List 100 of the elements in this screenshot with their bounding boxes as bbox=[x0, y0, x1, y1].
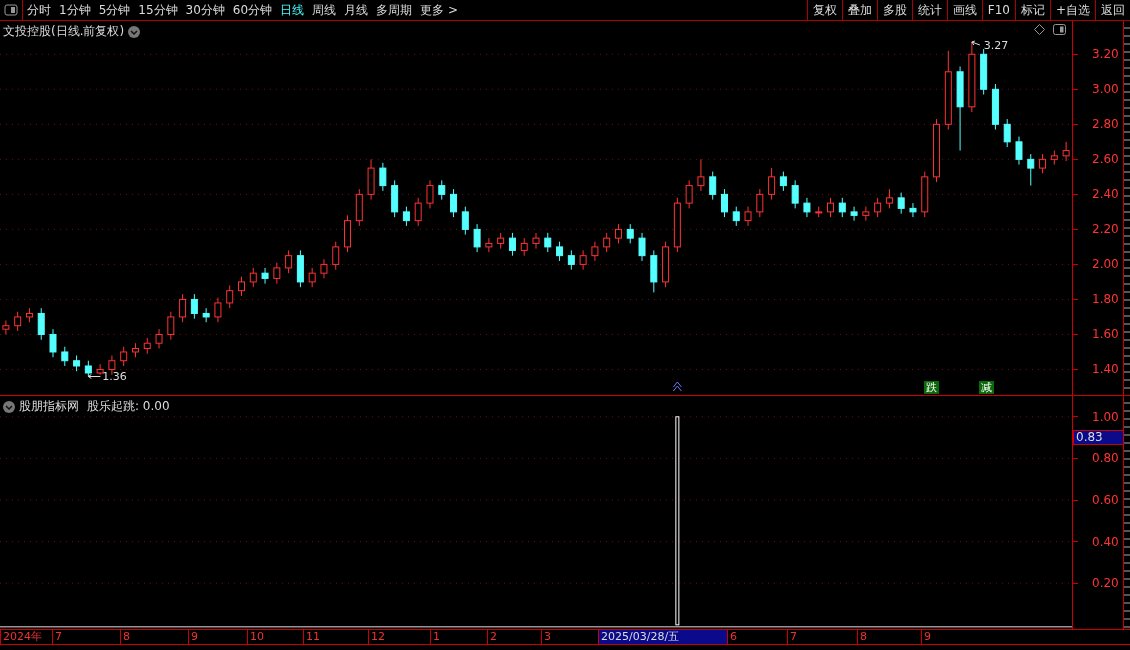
candlestick bbox=[214, 297, 222, 323]
candlestick bbox=[96, 363, 104, 376]
candlestick bbox=[815, 206, 823, 218]
period-tab[interactable]: 60分钟 bbox=[228, 1, 277, 19]
panel-toggle-icon[interactable] bbox=[4, 4, 18, 16]
axis-label: 0.60 bbox=[1092, 493, 1119, 507]
axis-label: 1.40 bbox=[1092, 362, 1119, 377]
candlestick bbox=[167, 311, 175, 341]
candlestick bbox=[84, 360, 92, 377]
candlestick bbox=[803, 197, 811, 218]
candlestick bbox=[344, 214, 351, 253]
axis-label: 1.00 bbox=[1092, 409, 1119, 424]
dropdown-icon[interactable] bbox=[128, 25, 141, 38]
candlestick bbox=[721, 188, 728, 218]
candlestick bbox=[273, 262, 281, 285]
period-tab[interactable]: 1分钟 bbox=[55, 1, 95, 19]
period-tab[interactable]: 30分钟 bbox=[181, 1, 229, 19]
candlestick bbox=[61, 346, 69, 367]
candlestick bbox=[779, 171, 787, 192]
axis-label: 2.80 bbox=[1092, 117, 1119, 132]
date-axis-label: 7 bbox=[52, 630, 120, 644]
candlestick bbox=[921, 171, 929, 218]
period-tab[interactable]: 15分钟 bbox=[134, 1, 182, 19]
period-tab[interactable]: 更多 > bbox=[416, 1, 462, 19]
candlestick bbox=[308, 267, 316, 288]
axis-label: 2.20 bbox=[1092, 222, 1119, 237]
candlestick bbox=[190, 293, 198, 320]
candlestick bbox=[120, 346, 128, 367]
candlestick bbox=[980, 48, 988, 96]
date-axis-label: 11 bbox=[303, 630, 368, 644]
candlestick bbox=[155, 328, 163, 349]
candlestick bbox=[1050, 150, 1058, 166]
cursor-value-label: 0.83 bbox=[1073, 430, 1124, 446]
axis-label: 1.80 bbox=[1092, 292, 1119, 307]
period-tab[interactable]: 多周期 bbox=[372, 1, 417, 19]
dropdown-icon[interactable] bbox=[3, 400, 15, 413]
candlestick bbox=[874, 197, 882, 218]
axis-label: 0.80 bbox=[1092, 451, 1119, 466]
candlestick bbox=[426, 179, 434, 209]
low-price-label: 1.36 bbox=[102, 370, 127, 384]
candlestick bbox=[662, 241, 670, 288]
high-price-label: 3.27 bbox=[983, 39, 1009, 52]
candlestick bbox=[838, 197, 846, 218]
candlestick bbox=[827, 197, 834, 218]
period-tab[interactable]: 日线 bbox=[276, 1, 309, 19]
axis-label: 0.40 bbox=[1092, 534, 1119, 549]
chart-title: 文投控股(日线.前复权) bbox=[3, 23, 125, 40]
candlestick bbox=[179, 293, 187, 323]
candlestick bbox=[332, 241, 340, 271]
candlestick bbox=[1003, 118, 1011, 148]
indicator-source: 股朋指标网 bbox=[19, 398, 79, 415]
candlestick bbox=[261, 267, 269, 285]
period-tab[interactable]: 分时 bbox=[23, 1, 55, 19]
date-axis-label: 9 bbox=[188, 630, 247, 644]
candlestick bbox=[143, 337, 151, 355]
candlestick bbox=[1039, 153, 1047, 174]
high-marker bbox=[971, 40, 981, 46]
candlestick bbox=[497, 232, 505, 250]
candlestick bbox=[567, 249, 575, 271]
candlestick bbox=[685, 179, 693, 209]
candlestick bbox=[37, 307, 45, 341]
candlestick bbox=[909, 202, 917, 218]
candlestick bbox=[450, 188, 458, 218]
candlestick bbox=[508, 232, 516, 257]
candlestick bbox=[862, 206, 870, 222]
candlestick bbox=[438, 179, 446, 201]
candlestick bbox=[49, 328, 57, 358]
date-axis-label: 2025/03/28/五 bbox=[598, 630, 727, 644]
candlestick bbox=[650, 249, 658, 293]
candlestick bbox=[202, 307, 210, 323]
candlestick bbox=[473, 223, 481, 253]
diamond-icon[interactable] bbox=[1034, 24, 1045, 35]
candlestick bbox=[579, 249, 587, 271]
candlestick bbox=[320, 258, 328, 279]
candlestick bbox=[532, 232, 540, 250]
candlestick bbox=[14, 311, 22, 332]
signal-tag: 跌 bbox=[924, 381, 939, 394]
date-axis-label: 7 bbox=[787, 630, 857, 644]
candlestick bbox=[626, 223, 634, 244]
candlestick bbox=[933, 118, 941, 183]
period-tab[interactable]: 周线 bbox=[308, 1, 341, 19]
candlestick bbox=[768, 167, 776, 201]
period-tab[interactable]: 5分钟 bbox=[94, 1, 135, 19]
panel-toggle-icon[interactable] bbox=[1053, 24, 1066, 35]
candlestick bbox=[391, 179, 399, 218]
candlestick bbox=[367, 158, 375, 201]
candlestick bbox=[732, 206, 740, 227]
signal-tag: 减 bbox=[979, 381, 994, 394]
candlestick bbox=[744, 206, 752, 227]
candlestick bbox=[991, 83, 999, 131]
candlestick bbox=[544, 232, 552, 253]
candlestick bbox=[355, 188, 363, 227]
candlestick bbox=[850, 206, 858, 222]
candlestick bbox=[73, 354, 81, 372]
date-axis-label: 8 bbox=[857, 630, 921, 644]
signal-arrow-icon bbox=[672, 381, 682, 392]
candlestick bbox=[1015, 136, 1023, 166]
candlestick bbox=[1027, 153, 1035, 187]
candlestick bbox=[897, 192, 905, 215]
period-tab[interactable]: 月线 bbox=[340, 1, 373, 19]
